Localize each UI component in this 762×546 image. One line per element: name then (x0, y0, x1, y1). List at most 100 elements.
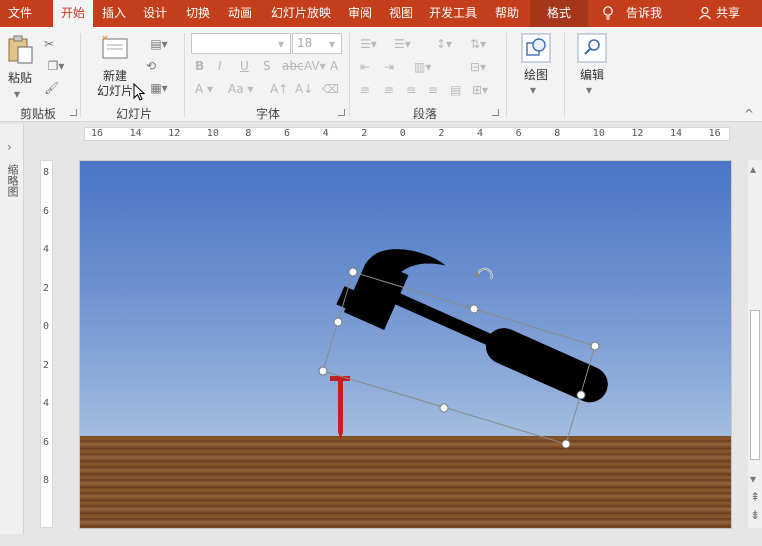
resize-handle[interactable] (469, 304, 479, 314)
strikethrough-icon[interactable]: abc (282, 59, 304, 73)
ruler-label: 12 (168, 128, 181, 139)
slides-group-label: 幻灯片 (115, 107, 152, 121)
selection-frame[interactable] (80, 161, 732, 529)
paste-icon (8, 35, 33, 64)
font-color-icon[interactable]: A ▾ (195, 82, 213, 96)
case-icon[interactable]: A (330, 59, 338, 73)
format-painter-icon[interactable]: 🖌 (44, 81, 59, 95)
line-spacing-icon[interactable]: ↕▾ (436, 37, 452, 51)
group-separator (80, 33, 81, 117)
layout-icon[interactable]: ▤▾ (146, 37, 172, 51)
resize-handle[interactable] (590, 341, 600, 351)
group-separator (506, 33, 507, 117)
underline-icon[interactable]: U (240, 59, 249, 73)
tab-animations[interactable]: 动画 (220, 0, 260, 27)
collapse-ribbon-icon[interactable]: ^ (744, 107, 754, 121)
clipboard-group-label: 剪贴板 (19, 107, 56, 121)
thumbnail-pane[interactable]: › 缩略图 (0, 124, 24, 534)
section-icon[interactable]: ▦▾ (146, 81, 172, 95)
shrink-font-icon[interactable]: A↓ (295, 82, 313, 96)
resize-handle[interactable] (439, 403, 449, 413)
align-left-icon[interactable]: ≡ (360, 83, 370, 97)
cut-icon[interactable]: ✂ (44, 37, 54, 51)
scrollbar-thumb[interactable] (750, 310, 760, 460)
decrease-indent-icon[interactable]: ⇤ (360, 60, 370, 74)
font-size-value: 18 (297, 36, 313, 50)
share-button[interactable]: 共享 (694, 0, 754, 27)
align-right-icon[interactable]: ≡ (406, 83, 416, 97)
ruler-label: 2 (438, 128, 445, 139)
clipboard-launcher-icon[interactable] (70, 109, 77, 116)
tab-format[interactable]: 格式 (530, 0, 588, 27)
tab-slideshow[interactable]: 幻灯片放映 (264, 0, 338, 27)
smartart-icon[interactable]: ⊞▾ (472, 83, 488, 97)
distributed-icon[interactable]: ▤ (450, 83, 461, 97)
resize-handle[interactable] (561, 439, 571, 449)
scroll-up-icon[interactable]: ▴ (750, 162, 756, 176)
tab-help[interactable]: 帮助 (488, 0, 526, 27)
ruler-label: 8 (43, 167, 50, 178)
tell-me-box[interactable]: 告诉我 (596, 0, 666, 27)
editing-label: 编辑 (579, 68, 604, 82)
editing-button[interactable]: 编辑 ▾ (570, 33, 614, 99)
tab-transitions[interactable]: 切换 (178, 0, 218, 27)
rotate-handle-icon[interactable] (474, 267, 493, 280)
tab-view[interactable]: 视图 (381, 0, 421, 27)
ruler-label: 8 (43, 475, 50, 486)
bullets-icon[interactable]: ☰▾ (360, 37, 377, 51)
paragraph-group-label: 段落 (412, 107, 437, 121)
ruler-label: 0 (399, 128, 406, 139)
next-slide-icon[interactable]: ⇟ (750, 508, 760, 522)
increase-indent-icon[interactable]: ⇥ (384, 60, 394, 74)
text-highlight-icon[interactable]: Aa ▾ (228, 82, 253, 96)
shapes-icon (521, 33, 551, 63)
font-size-field[interactable]: 18 ▾ (292, 33, 342, 54)
resize-handle[interactable] (318, 366, 328, 376)
paste-button[interactable]: 粘贴 ▾ (4, 33, 36, 101)
tab-review[interactable]: 审阅 (340, 0, 380, 27)
vertical-ruler: 8 6 4 2 0 2 4 6 8 (40, 160, 53, 528)
find-icon (577, 33, 607, 63)
font-launcher-icon[interactable] (338, 109, 345, 116)
tab-home[interactable]: 开始 (53, 0, 93, 27)
previous-slide-icon[interactable]: ⇞ (750, 490, 760, 504)
text-direction-icon[interactable]: ⇅▾ (470, 37, 486, 51)
tab-file[interactable]: 文件 (0, 0, 40, 27)
vertical-scrollbar[interactable]: ▴ ▾ ⇞ ⇟ (748, 160, 762, 528)
slide-canvas[interactable] (79, 160, 732, 529)
share-label: 共享 (716, 6, 741, 20)
ruler-label: 6 (43, 436, 50, 448)
chevron-down-icon: ▾ (329, 37, 336, 51)
tab-design[interactable]: 设计 (136, 0, 174, 27)
resize-handle[interactable] (333, 317, 343, 327)
resize-handle[interactable] (576, 390, 586, 400)
ruler-label: 4 (43, 398, 50, 409)
numbering-icon[interactable]: ☰▾ (394, 37, 411, 51)
copy-icon[interactable]: ❐▾ (44, 59, 68, 73)
ruler-label: 16 (708, 128, 721, 139)
new-slide-icon (102, 35, 128, 59)
columns-icon[interactable]: ▥▾ (414, 60, 431, 74)
tab-insert[interactable]: 插入 (95, 0, 133, 27)
resize-handle[interactable] (348, 267, 358, 277)
bold-icon[interactable]: B (195, 59, 204, 73)
expand-pane-icon[interactable]: › (7, 140, 12, 154)
char-spacing-icon[interactable]: AV▾ (304, 59, 326, 73)
ruler-label: 2 (43, 359, 50, 371)
align-center-icon[interactable]: ≡ (384, 83, 394, 97)
horizontal-ruler: 16 14 12 10 8 6 4 2 0 2 4 6 8 10 12 14 16 (84, 127, 730, 141)
drawing-button[interactable]: 绘图 ▾ (514, 33, 558, 99)
grow-font-icon[interactable]: A↑ (270, 82, 288, 96)
align-text-icon[interactable]: ⊟▾ (470, 60, 486, 74)
reset-icon[interactable]: ⟲ (146, 59, 156, 73)
scroll-down-icon[interactable]: ▾ (750, 472, 756, 486)
justify-icon[interactable]: ≡ (428, 83, 438, 97)
ruler-label: 4 (477, 128, 484, 139)
ruler-label: 4 (43, 244, 50, 255)
font-name-field[interactable]: ▾ (191, 33, 291, 54)
clear-formatting-icon[interactable]: ⌫ (322, 82, 339, 96)
shadow-icon[interactable]: S (263, 59, 271, 73)
tab-developer[interactable]: 开发工具 (424, 0, 482, 27)
paragraph-launcher-icon[interactable] (492, 109, 499, 116)
italic-icon[interactable]: I (218, 59, 222, 73)
